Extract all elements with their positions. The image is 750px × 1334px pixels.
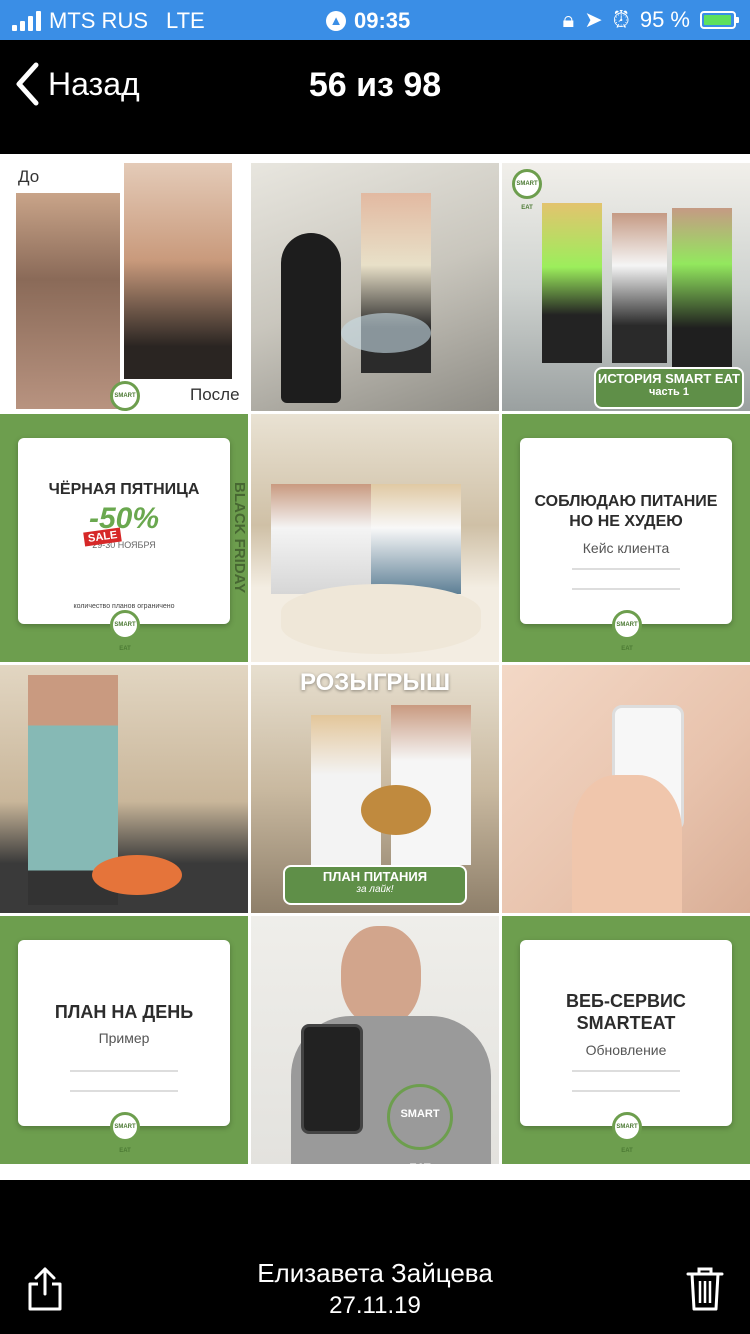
status-bar: MTS RUS LTE ▲ 09:35 🔒︎ ➤ ⏰︎ 95 % — [0, 0, 750, 40]
web-service-subtitle: Обновление — [585, 1042, 667, 1058]
brand-logo: SMART EAT — [110, 381, 140, 411]
tile-kitchen-couple — [251, 414, 499, 662]
tile-hoodie-photo: SMART EAT — [251, 916, 499, 1164]
promo-dates: 29-30 НОЯБРЯ — [92, 540, 156, 550]
tile-gym-photo: SMART EAT ИСТОРИЯ SMART EAT часть 1 — [502, 163, 750, 411]
web-service-title: ВЕБ-СЕРВИС SMARTEAT — [566, 991, 686, 1033]
giveaway-title: РОЗЫГРЫШ — [299, 669, 451, 696]
tile-before-after: До После SMART EAT — [0, 163, 248, 411]
location-active-icon: ▲ — [326, 11, 346, 31]
alarm-icon: ⏰︎ — [612, 7, 630, 32]
after-label: После — [190, 385, 240, 404]
bottom-toolbar: Елизавета Зайцева 27.11.19 — [0, 1180, 750, 1334]
hoodie-logo: SMART EAT — [387, 1084, 453, 1164]
brand-logo: SMART EAT — [612, 610, 642, 652]
day-plan-subtitle: Пример — [98, 1030, 150, 1046]
signal-icon — [12, 11, 41, 31]
tile-case-study: СОБЛЮДАЮ ПИТАНИЕ НО НЕ ХУДЕЮ Кейс клиент… — [502, 414, 750, 662]
promo-discount: -50% — [88, 502, 160, 535]
giveaway-banner-sub: за лайк! — [356, 884, 394, 895]
photo-counter: 56 из 98 — [308, 66, 442, 104]
battery-icon — [700, 11, 739, 29]
promo-note: количество планов ограничено — [73, 603, 175, 610]
photo-view[interactable]: До После SMART EAT SMART EAT ИСТОРИЯ SMA… — [0, 154, 750, 1180]
story-banner: ИСТОРИЯ SMART EAT часть 1 — [594, 367, 744, 409]
giveaway-banner-title: ПЛАН ПИТАНИЯ — [322, 869, 428, 884]
tile-day-plan: ПЛАН НА ДЕНЬ Пример SMART EAT — [0, 916, 248, 1164]
brand-logo: SMART EAT — [110, 610, 140, 652]
promo-title: ЧЁРНАЯ ПЯТНИЦА — [48, 481, 200, 498]
owner-name: Елизавета Зайцева — [257, 1258, 493, 1288]
orientation-lock-icon: 🔒︎ — [562, 7, 575, 32]
before-label: До — [18, 167, 40, 186]
promo-card: ЧЁРНАЯ ПЯТНИЦА -50% SALE 29-30 НОЯБРЯ ко… — [18, 438, 230, 624]
story-banner-title: ИСТОРИЯ SMART EAT — [598, 371, 740, 386]
story-banner-sub: часть 1 — [649, 386, 689, 398]
tile-web-service: ВЕБ-СЕРВИС SMARTEAT Обновление SMART EAT — [502, 916, 750, 1164]
tile-phone-app — [502, 665, 750, 913]
tile-office-photo — [251, 163, 499, 411]
brand-logo: SMART EAT — [612, 1112, 642, 1154]
network-label: LTE — [166, 8, 205, 33]
day-plan-card: ПЛАН НА ДЕНЬ Пример — [18, 940, 230, 1126]
trash-icon[interactable] — [686, 1266, 724, 1312]
giveaway-banner: ПЛАН ПИТАНИЯ за лайк! — [283, 865, 467, 905]
instagram-grid-image: До После SMART EAT SMART EAT ИСТОРИЯ SMA… — [0, 163, 750, 1164]
nav-bar: Назад 56 из 98 — [0, 40, 750, 154]
brand-logo: SMART EAT — [512, 169, 542, 211]
battery-percent: 95 % — [639, 7, 690, 32]
brand-logo: SMART EAT — [110, 1112, 140, 1154]
web-service-card: ВЕБ-СЕРВИС SMARTEAT Обновление — [520, 940, 732, 1126]
day-plan-title: ПЛАН НА ДЕНЬ — [54, 1002, 194, 1022]
case-card: СОБЛЮДАЮ ПИТАНИЕ НО НЕ ХУДЕЮ Кейс клиент… — [520, 438, 732, 624]
tile-cooking-photo — [0, 665, 248, 913]
location-icon: ➤ — [584, 7, 603, 32]
case-subtitle: Кейс клиента — [582, 540, 670, 556]
tile-giveaway: РОЗЫГРЫШ ПЛАН ПИТАНИЯ за лайк! — [251, 665, 499, 913]
tile-black-friday: BLACK FRIDAY ЧЁРНАЯ ПЯТНИЦА -50% SALE 29… — [0, 414, 248, 662]
clock: 09:35 — [354, 8, 411, 33]
carrier-label: MTS RUS — [49, 8, 148, 33]
case-title: СОБЛЮДАЮ ПИТАНИЕ НО НЕ ХУДЕЮ — [534, 493, 718, 530]
photo-date: 27.11.19 — [329, 1292, 421, 1319]
